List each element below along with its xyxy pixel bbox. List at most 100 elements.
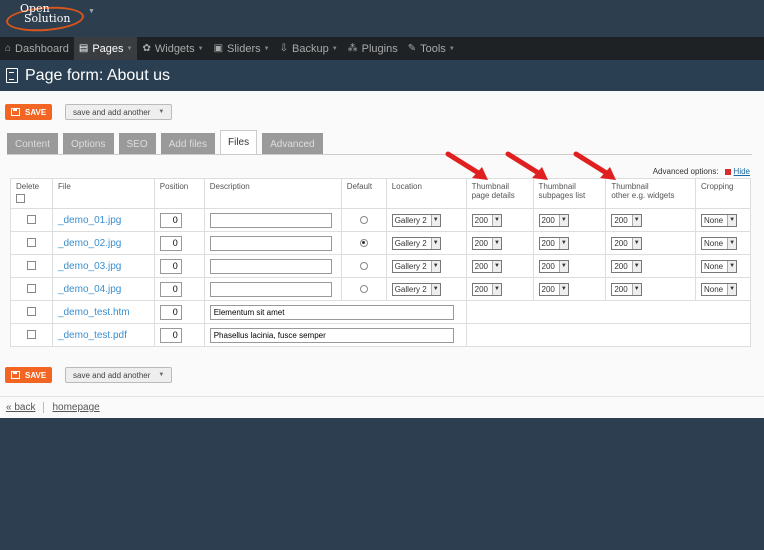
menu-item-pages[interactable]: ▤ Pages ▼ bbox=[73, 37, 138, 60]
cropping-select[interactable]: None ▼ bbox=[701, 236, 738, 250]
footer-links: « back homepage bbox=[6, 402, 100, 413]
delete-checkbox[interactable] bbox=[26, 238, 36, 248]
tab-content[interactable]: Content bbox=[7, 133, 59, 154]
tab-advanced[interactable]: Advanced bbox=[262, 133, 323, 154]
description-cell bbox=[203, 254, 342, 278]
location-select[interactable]: Gallery 2 ▼ bbox=[391, 236, 441, 250]
delete-checkbox[interactable] bbox=[26, 284, 36, 294]
file-link[interactable]: _demo_test.pdf bbox=[58, 330, 127, 341]
default-cell bbox=[340, 231, 387, 255]
save-button[interactable]: SAVE bbox=[5, 104, 53, 120]
thumb2-value: 200 bbox=[541, 284, 555, 294]
location-select[interactable]: Gallery 2 ▼ bbox=[391, 282, 441, 296]
save-icon bbox=[11, 371, 20, 379]
description-cell bbox=[203, 231, 342, 255]
cropping-value: None bbox=[704, 284, 724, 294]
delete-checkbox[interactable] bbox=[26, 307, 36, 317]
save-and-add-another-button[interactable]: save and add another ▼ bbox=[65, 104, 173, 120]
description-input[interactable] bbox=[209, 258, 332, 274]
default-radio[interactable] bbox=[359, 261, 368, 270]
description-input[interactable] bbox=[209, 304, 454, 320]
menu-item-backup[interactable]: ⇩ Backup ▼ bbox=[275, 37, 343, 60]
thumb2-select[interactable]: 200 ▼ bbox=[538, 282, 569, 296]
hide-link[interactable]: Hide bbox=[734, 167, 750, 176]
thumb1-select[interactable]: 200 ▼ bbox=[471, 282, 502, 296]
file-link[interactable]: _demo_test.htm bbox=[58, 307, 130, 318]
back-link[interactable]: « back bbox=[6, 402, 35, 413]
chevron-down-icon: ▼ bbox=[430, 214, 440, 226]
cropping-select[interactable]: None ▼ bbox=[701, 213, 738, 227]
file-link[interactable]: _demo_02.jpg bbox=[58, 238, 121, 249]
default-cell bbox=[340, 208, 387, 232]
thumb2-cell: 200 ▼ bbox=[532, 231, 607, 255]
location-cell: Gallery 2 ▼ bbox=[385, 231, 467, 255]
thumb3-select[interactable]: 200 ▼ bbox=[611, 259, 642, 273]
link-separator bbox=[43, 402, 45, 413]
save-and-add-another-button-bottom[interactable]: save and add another ▼ bbox=[65, 367, 173, 383]
default-radio[interactable] bbox=[359, 238, 368, 247]
menu-item-dashboard[interactable]: ⌂ Dashboard bbox=[0, 37, 74, 60]
description-input[interactable] bbox=[209, 327, 454, 343]
menu-item-widgets[interactable]: ✿ Widgets ▼ bbox=[137, 37, 208, 60]
position-input[interactable] bbox=[159, 212, 182, 228]
thumb2-value: 200 bbox=[541, 261, 555, 271]
save-and-add-another-label: save and add another bbox=[73, 370, 151, 380]
thumb3-select[interactable]: 200 ▼ bbox=[611, 236, 642, 250]
chevron-down-icon: ▼ bbox=[448, 45, 455, 52]
chevron-down-icon: ▼ bbox=[197, 45, 204, 52]
tab-add-files[interactable]: Add files bbox=[160, 133, 215, 154]
save-button-bottom[interactable]: SAVE bbox=[5, 367, 53, 383]
chevron-down-icon: ▼ bbox=[492, 260, 501, 272]
chevron-down-icon: ▼ bbox=[631, 260, 641, 272]
cropping-select[interactable]: None ▼ bbox=[701, 259, 738, 273]
homepage-link[interactable]: homepage bbox=[52, 402, 99, 413]
position-cell bbox=[153, 254, 205, 278]
logo[interactable]: Open Solution bbox=[5, 3, 86, 34]
thumb1-select[interactable]: 200 ▼ bbox=[471, 213, 502, 227]
description-input[interactable] bbox=[209, 235, 332, 251]
position-input[interactable] bbox=[159, 327, 182, 343]
location-select[interactable]: Gallery 2 ▼ bbox=[391, 259, 441, 273]
file-link[interactable]: _demo_04.jpg bbox=[58, 284, 121, 295]
location-select[interactable]: Gallery 2 ▼ bbox=[391, 213, 441, 227]
description-input[interactable] bbox=[209, 281, 332, 297]
file-link[interactable]: _demo_03.jpg bbox=[58, 261, 121, 272]
chevron-down-icon[interactable]: ▼ bbox=[88, 8, 95, 15]
default-radio[interactable] bbox=[359, 215, 368, 224]
thumb3-select[interactable]: 200 ▼ bbox=[611, 282, 642, 296]
thumb1-select[interactable]: 200 ▼ bbox=[471, 236, 502, 250]
tab-options[interactable]: Options bbox=[63, 133, 114, 154]
position-input[interactable] bbox=[159, 304, 182, 320]
empty-cell bbox=[465, 323, 752, 347]
table-row: _demo_test.pdf bbox=[10, 323, 752, 347]
thumb3-value: 200 bbox=[614, 284, 628, 294]
select-all-checkbox[interactable] bbox=[16, 194, 25, 203]
advanced-options: Advanced options: Hide bbox=[653, 167, 750, 176]
thumb2-select[interactable]: 200 ▼ bbox=[538, 213, 569, 227]
description-input[interactable] bbox=[209, 212, 332, 228]
tab-seo[interactable]: SEO bbox=[118, 133, 156, 154]
menu-item-plugins[interactable]: ⁂ Plugins bbox=[343, 37, 403, 60]
cropping-select[interactable]: None ▼ bbox=[701, 282, 738, 296]
position-input[interactable] bbox=[159, 235, 182, 251]
document-icon bbox=[6, 68, 18, 83]
position-input[interactable] bbox=[159, 258, 182, 274]
delete-checkbox[interactable] bbox=[26, 261, 36, 271]
thumb2-select[interactable]: 200 ▼ bbox=[538, 236, 569, 250]
menu-item-label: Plugins bbox=[361, 42, 398, 55]
col-header-description: Description bbox=[203, 178, 342, 209]
thumb1-select[interactable]: 200 ▼ bbox=[471, 259, 502, 273]
default-radio[interactable] bbox=[359, 284, 368, 293]
menu-item-tools[interactable]: ✎ Tools ▼ bbox=[403, 37, 460, 60]
hide-icon bbox=[724, 168, 731, 175]
delete-checkbox[interactable] bbox=[26, 215, 36, 225]
position-input[interactable] bbox=[159, 281, 182, 297]
delete-checkbox[interactable] bbox=[26, 330, 36, 340]
thumb3-select[interactable]: 200 ▼ bbox=[611, 213, 642, 227]
position-cell bbox=[153, 323, 205, 347]
tab-files[interactable]: Files bbox=[219, 130, 258, 154]
menu-item-sliders[interactable]: ▣ Sliders ▼ bbox=[209, 37, 275, 60]
file-link[interactable]: _demo_01.jpg bbox=[58, 215, 121, 226]
widgets-icon: ✿ bbox=[142, 43, 151, 54]
thumb2-select[interactable]: 200 ▼ bbox=[538, 259, 569, 273]
